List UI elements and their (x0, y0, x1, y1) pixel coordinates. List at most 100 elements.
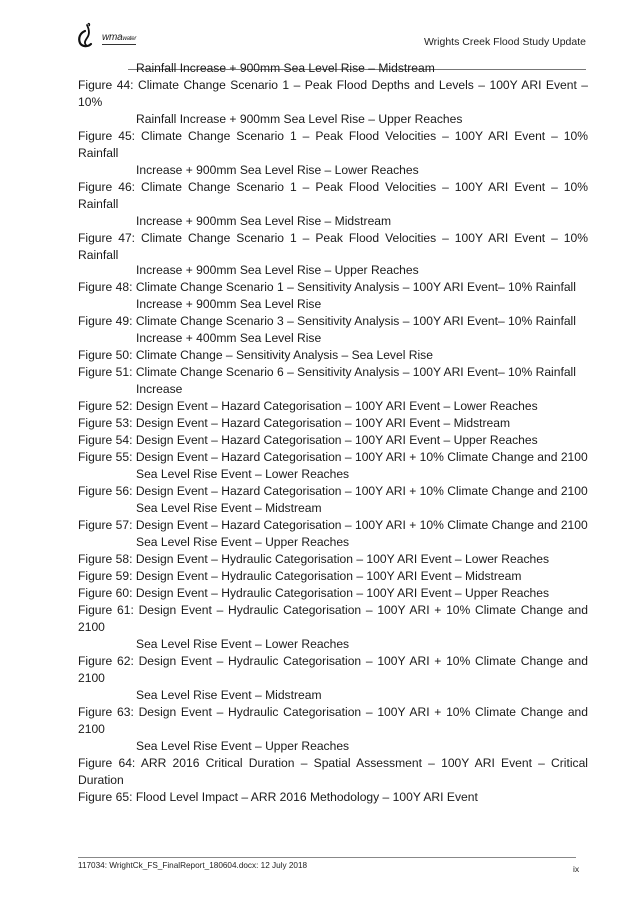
figure-list-item[interactable]: Figure 65: Flood Level Impact – ARR 2016… (78, 789, 588, 806)
figure-entry-first-line: Figure 47: Climate Change Scenario 1 – P… (78, 230, 588, 264)
figure-entry-first-line: Figure 54: Design Event – Hazard Categor… (78, 432, 588, 449)
figure-list-item[interactable]: Figure 52: Design Event – Hazard Categor… (78, 398, 588, 415)
figure-caption-continuation: Increase + 900mm Sea Level Rise – Midstr… (136, 214, 392, 228)
figure-number: Figure 55: (78, 450, 133, 464)
figure-caption: Climate Change – Sensitivity Analysis – … (135, 348, 433, 362)
figure-caption: Design Event – Hydraulic Categorisation … (78, 654, 588, 685)
figure-list-item[interactable]: Figure 53: Design Event – Hazard Categor… (78, 415, 588, 432)
figure-entry-first-line: Figure 52: Design Event – Hazard Categor… (78, 398, 588, 415)
figure-list-item[interactable]: Figure 56: Design Event – Hazard Categor… (78, 483, 588, 517)
figure-list-item[interactable]: Figure 54: Design Event – Hazard Categor… (78, 432, 588, 449)
figure-caption: Climate Change Scenario 1 – Peak Flood V… (78, 129, 589, 160)
figure-number: Figure 58: (78, 552, 133, 566)
figure-caption-continuation: Sea Level Rise Event – Lower Reaches (136, 467, 350, 481)
figure-caption: Climate Change Scenario 1 – Peak Flood V… (78, 231, 589, 262)
figure-number: Figure 62: (78, 654, 134, 668)
figure-number: Figure 47: (78, 231, 136, 245)
figure-entry-first-line: Figure 59: Design Event – Hydraulic Cate… (78, 568, 588, 585)
figure-entry-first-line: Figure 60: Design Event – Hydraulic Cate… (78, 585, 588, 602)
figure-list-item[interactable]: Figure 46: Climate Change Scenario 1 – P… (78, 179, 588, 230)
figure-caption: Design Event – Hazard Categorisation – 1… (135, 450, 588, 464)
figure-number: Figure 52: (78, 399, 133, 413)
figure-caption-continuation: Sea Level Rise Event – Upper Reaches (136, 535, 350, 549)
figure-caption: Design Event – Hydraulic Categorisation … (135, 586, 550, 600)
figure-entry-first-line: Figure 64: ARR 2016 Critical Duration – … (78, 755, 588, 789)
figure-caption-continuation: Sea Level Rise Event – Upper Reaches (136, 739, 350, 753)
footer-document-reference: 117034: WrightCk_FS_FinalReport_180604.d… (78, 861, 308, 870)
figure-number: Figure 57: (78, 518, 133, 532)
logo-text-main: wma (102, 32, 123, 43)
figure-list-item[interactable]: Figure 55: Design Event – Hazard Categor… (78, 449, 588, 483)
figure-caption: Design Event – Hazard Categorisation – 1… (135, 518, 588, 532)
figure-list-item[interactable]: Figure 48: Climate Change Scenario 1 – S… (78, 279, 588, 313)
figure-caption: Design Event – Hydraulic Categorisation … (135, 552, 550, 566)
figure-caption-continuation: Sea Level Rise Event – Midstream (136, 501, 322, 515)
figure-entry-first-line: Figure 65: Flood Level Impact – ARR 2016… (78, 789, 588, 806)
figure-caption-continuation: Increase + 900mm Sea Level Rise – Lower … (136, 163, 419, 177)
figure-list-item[interactable]: Figure 47: Climate Change Scenario 1 – P… (78, 230, 588, 277)
figure-list-item[interactable]: Rainfall Increase + 900mm Sea Level Rise… (78, 60, 588, 77)
figure-entry-first-line: Figure 58: Design Event – Hydraulic Cate… (78, 551, 588, 568)
figure-entry-first-line: Figure 44: Climate Change Scenario 1 – P… (78, 77, 588, 111)
figure-list-item[interactable]: Figure 60: Design Event – Hydraulic Cate… (78, 585, 588, 602)
figure-list-item[interactable]: Figure 45: Climate Change Scenario 1 – P… (78, 128, 588, 179)
figure-entry-first-line: Figure 45: Climate Change Scenario 1 – P… (78, 128, 588, 162)
figure-caption-continuation: Sea Level Rise Event – Midstream (136, 688, 322, 702)
figure-list-item[interactable]: Figure 62: Design Event – Hydraulic Cate… (78, 653, 588, 704)
figure-number: Figure 48: (78, 280, 133, 294)
figure-caption: Climate Change Scenario 1 – Sensitivity … (135, 280, 576, 294)
figure-list-item[interactable]: Figure 51: Climate Change Scenario 6 – S… (78, 364, 588, 398)
figure-list-item[interactable]: Figure 61: Design Event – Hydraulic Cate… (78, 602, 588, 653)
logo-text-small: water (122, 36, 137, 42)
figure-number: Figure 45: (78, 129, 136, 143)
figure-caption: Climate Change Scenario 1 – Peak Flood D… (78, 78, 588, 109)
figure-caption: Design Event – Hydraulic Categorisation … (78, 705, 588, 736)
figure-number: Figure 51: (78, 365, 133, 379)
figure-entry-first-line: Figure 49: Climate Change Scenario 3 – S… (78, 313, 588, 330)
figure-list-item[interactable]: Figure 64: ARR 2016 Critical Duration – … (78, 755, 588, 789)
list-of-figures: Rainfall Increase + 900mm Sea Level Rise… (78, 60, 588, 806)
figure-number: Figure 64: (78, 756, 136, 770)
figure-list-item[interactable]: Figure 63: Design Event – Hydraulic Cate… (78, 704, 588, 755)
figure-caption-continuation: Increase + 900mm Sea Level Rise – Upper … (136, 263, 419, 277)
figure-caption-continuation: Increase + 400mm Sea Level Rise (136, 331, 322, 345)
figure-number: Figure 63: (78, 705, 134, 719)
figure-caption: Design Event – Hazard Categorisation – 1… (135, 484, 588, 498)
figure-caption: Design Event – Hazard Categorisation – 1… (135, 399, 538, 413)
figure-caption-continuation: Sea Level Rise Event – Lower Reaches (136, 637, 350, 651)
figure-list-item[interactable]: Figure 44: Climate Change Scenario 1 – P… (78, 77, 588, 128)
logo-text: wmawater (102, 33, 136, 45)
figure-list-item[interactable]: Figure 50: Climate Change – Sensitivity … (78, 347, 588, 364)
figure-caption: Climate Change Scenario 6 – Sensitivity … (135, 365, 576, 379)
water-drop-logo-icon (78, 22, 93, 48)
figure-caption: Climate Change Scenario 1 – Peak Flood V… (78, 180, 589, 211)
figure-number: Figure 50: (78, 348, 133, 362)
figure-number: Figure 56: (78, 484, 133, 498)
figure-number: Figure 54: (78, 433, 133, 447)
figure-entry-first-line: Figure 48: Climate Change Scenario 1 – S… (78, 279, 588, 296)
figure-entry-first-line: Figure 61: Design Event – Hydraulic Cate… (78, 602, 588, 636)
figure-entry-first-line: Figure 56: Design Event – Hazard Categor… (78, 483, 588, 500)
figure-number: Figure 61: (78, 603, 134, 617)
figure-caption-continuation: Increase (136, 382, 183, 396)
figure-caption: Design Event – Hydraulic Categorisation … (135, 569, 522, 583)
figure-number: Figure 60: (78, 586, 133, 600)
figure-caption-continuation: Rainfall Increase + 900mm Sea Level Rise… (136, 112, 463, 126)
figure-number: Figure 44: (78, 78, 134, 92)
page-header: wmawater Wrights Creek Flood Study Updat… (76, 22, 586, 70)
figure-number: Figure 53: (78, 416, 133, 430)
document-title: Wrights Creek Flood Study Update (423, 36, 586, 48)
figure-number: Figure 49: (78, 314, 133, 328)
figure-entry-first-line: Figure 46: Climate Change Scenario 1 – P… (78, 179, 588, 213)
figure-caption-continuation: Increase + 900mm Sea Level Rise (136, 297, 322, 311)
figure-caption: Design Event – Hazard Categorisation – 1… (135, 433, 538, 447)
figure-list-item[interactable]: Figure 49: Climate Change Scenario 3 – S… (78, 313, 588, 347)
figure-entry-first-line: Figure 63: Design Event – Hydraulic Cate… (78, 704, 588, 738)
figure-list-item[interactable]: Figure 59: Design Event – Hydraulic Cate… (78, 568, 588, 585)
figure-number: Figure 65: (78, 790, 133, 804)
figure-list-item[interactable]: Figure 58: Design Event – Hydraulic Cate… (78, 551, 588, 568)
figure-list-item[interactable]: Figure 57: Design Event – Hazard Categor… (78, 517, 588, 551)
figure-entry-first-line: Figure 50: Climate Change – Sensitivity … (78, 347, 588, 364)
figure-caption: ARR 2016 Critical Duration – Spatial Ass… (78, 756, 588, 787)
figure-number: Figure 59: (78, 569, 133, 583)
